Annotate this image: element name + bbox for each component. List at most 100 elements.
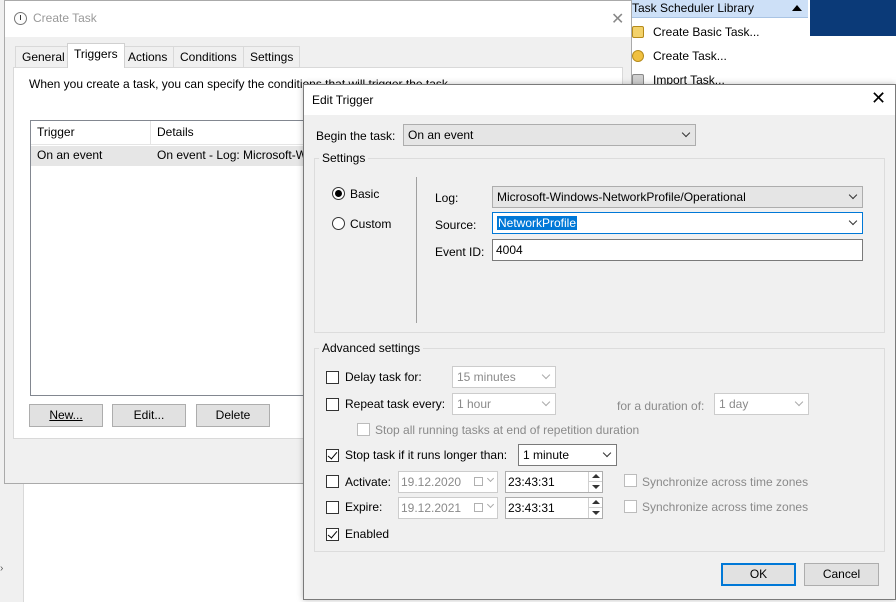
action-create-task-label: Create Task... — [653, 49, 727, 63]
edit-trigger-dialog: Edit Trigger ✕ Begin the task: On an eve… — [303, 84, 896, 600]
expire-checkbox[interactable] — [326, 501, 339, 514]
event-id-input[interactable]: 4004 — [492, 239, 863, 261]
activate-time-value: 23:43:31 — [508, 475, 555, 489]
duration-label: for a duration of: — [617, 399, 705, 413]
expire-label[interactable]: Expire: — [345, 500, 382, 514]
actions-panel-header-label: Task Scheduler Library — [632, 1, 755, 15]
source-value: NetworkProfile — [497, 216, 578, 230]
edit-trigger-title: Edit Trigger — [312, 93, 374, 107]
action-create-task[interactable]: Create Task... — [630, 45, 727, 67]
delay-task-checkbox[interactable] — [326, 371, 339, 384]
collapse-arrow-icon[interactable] — [792, 5, 802, 11]
spin-down-icon[interactable] — [588, 508, 602, 518]
expire-sync-timezones-checkbox[interactable] — [624, 500, 637, 513]
log-label: Log: — [435, 191, 459, 205]
duration-value: 1 day — [719, 397, 749, 411]
triggers-list[interactable]: Trigger Details On an event On event - L… — [30, 120, 321, 396]
log-dropdown[interactable]: Microsoft-Windows-NetworkProfile/Operati… — [492, 186, 863, 208]
tab-actions[interactable]: Actions — [121, 46, 175, 68]
stop-task-longer-dropdown[interactable]: 1 minute — [518, 444, 617, 466]
repeat-task-checkbox[interactable] — [326, 398, 339, 411]
stop-running-tasks-checkbox[interactable] — [357, 423, 370, 436]
scroll-right-arrow-icon[interactable]: › — [0, 563, 12, 575]
begin-task-dropdown[interactable]: On an event — [403, 124, 696, 146]
tab-general[interactable]: General — [15, 46, 72, 68]
expire-date-value: 19.12.2021 — [401, 501, 462, 515]
chevron-down-icon — [486, 474, 495, 483]
edit-trigger-button-label: Edit... — [133, 408, 165, 422]
tab-settings-label: Settings — [250, 50, 294, 64]
cancel-button[interactable]: Cancel — [804, 563, 879, 586]
chevron-down-icon — [848, 190, 858, 200]
column-header-trigger-label: Trigger — [37, 125, 75, 139]
custom-radio[interactable] — [332, 217, 345, 230]
stop-task-longer-label[interactable]: Stop task if it runs longer than: — [345, 448, 507, 462]
spin-up-icon[interactable] — [588, 498, 602, 508]
actions-panel-header[interactable]: Task Scheduler Library — [628, 0, 808, 18]
details-cell: On event - Log: Microsoft-Windows-Networ… — [157, 148, 319, 162]
column-header-details[interactable]: Details — [151, 121, 321, 145]
enabled-label[interactable]: Enabled — [345, 527, 389, 541]
trigger-cell: On an event — [37, 148, 103, 162]
activate-date-value: 19.12.2020 — [401, 475, 462, 489]
create-task-icon — [632, 50, 644, 62]
chevron-down-icon — [541, 370, 551, 380]
ok-button[interactable]: OK — [721, 563, 796, 586]
tab-conditions[interactable]: Conditions — [173, 46, 244, 68]
chevron-down-icon — [486, 500, 495, 509]
duration-dropdown[interactable]: 1 day — [714, 393, 809, 415]
activate-checkbox[interactable] — [326, 475, 339, 488]
close-icon[interactable]: ✕ — [611, 9, 624, 29]
spin-down-icon[interactable] — [588, 482, 602, 492]
expire-time-value: 23:43:31 — [508, 501, 555, 515]
basic-radio[interactable] — [332, 187, 345, 200]
event-id-value: 4004 — [496, 243, 523, 257]
delay-task-label[interactable]: Delay task for: — [345, 370, 422, 384]
create-basic-task-icon — [632, 26, 644, 38]
create-task-titlebar: Create Task ✕ — [5, 1, 631, 37]
stop-task-longer-checkbox[interactable] — [326, 449, 339, 462]
action-create-basic-task[interactable]: Create Basic Task... — [630, 21, 760, 43]
basic-radio-label[interactable]: Basic — [350, 187, 379, 201]
new-trigger-button[interactable]: New... — [29, 404, 103, 427]
calendar-icon — [474, 503, 483, 512]
activate-time-spinner[interactable]: 23:43:31 — [505, 471, 603, 493]
create-task-title: Create Task — [33, 11, 97, 25]
delay-duration-dropdown[interactable]: 15 minutes — [452, 366, 556, 388]
edit-trigger-button[interactable]: Edit... — [112, 404, 186, 427]
activate-sync-timezones-checkbox[interactable] — [624, 474, 637, 487]
delete-trigger-button-label: Delete — [215, 408, 251, 422]
calendar-icon — [474, 477, 483, 486]
table-row[interactable]: On an event On event - Log: Microsoft-Wi… — [31, 146, 319, 166]
tab-settings[interactable]: Settings — [243, 46, 301, 68]
column-header-trigger[interactable]: Trigger — [31, 121, 151, 145]
clock-icon — [14, 12, 27, 25]
event-id-label: Event ID: — [435, 245, 485, 259]
expire-date-picker[interactable]: 19.12.2021 — [398, 497, 498, 519]
repeat-task-label[interactable]: Repeat task every: — [345, 397, 445, 411]
cancel-button-label: Cancel — [822, 567, 861, 581]
source-label: Source: — [435, 218, 477, 232]
delay-duration-value: 15 minutes — [457, 370, 516, 384]
chevron-down-icon — [602, 448, 612, 458]
expire-time-spinner[interactable]: 23:43:31 — [505, 497, 603, 519]
tab-triggers[interactable]: Triggers — [67, 43, 125, 68]
delete-trigger-button[interactable]: Delete — [196, 404, 270, 427]
begin-task-value: On an event — [408, 128, 474, 142]
tab-triggers-label: Triggers — [74, 47, 118, 61]
custom-radio-label[interactable]: Custom — [350, 217, 391, 231]
column-header-details-label: Details — [157, 125, 194, 139]
source-combobox[interactable]: NetworkProfile — [492, 212, 863, 234]
close-icon[interactable]: ✕ — [871, 88, 886, 109]
activate-date-picker[interactable]: 19.12.2020 — [398, 471, 498, 493]
activate-label[interactable]: Activate: — [345, 475, 391, 489]
chevron-down-icon — [541, 397, 551, 407]
ok-button-label: OK — [749, 567, 768, 581]
spin-up-icon[interactable] — [588, 472, 602, 482]
stop-task-longer-value: 1 minute — [523, 448, 570, 462]
repeat-interval-value: 1 hour — [457, 397, 492, 411]
activate-sync-timezones-label: Synchronize across time zones — [642, 475, 809, 489]
settings-group-legend: Settings — [319, 151, 369, 165]
enabled-checkbox[interactable] — [326, 528, 339, 541]
repeat-interval-dropdown[interactable]: 1 hour — [452, 393, 556, 415]
